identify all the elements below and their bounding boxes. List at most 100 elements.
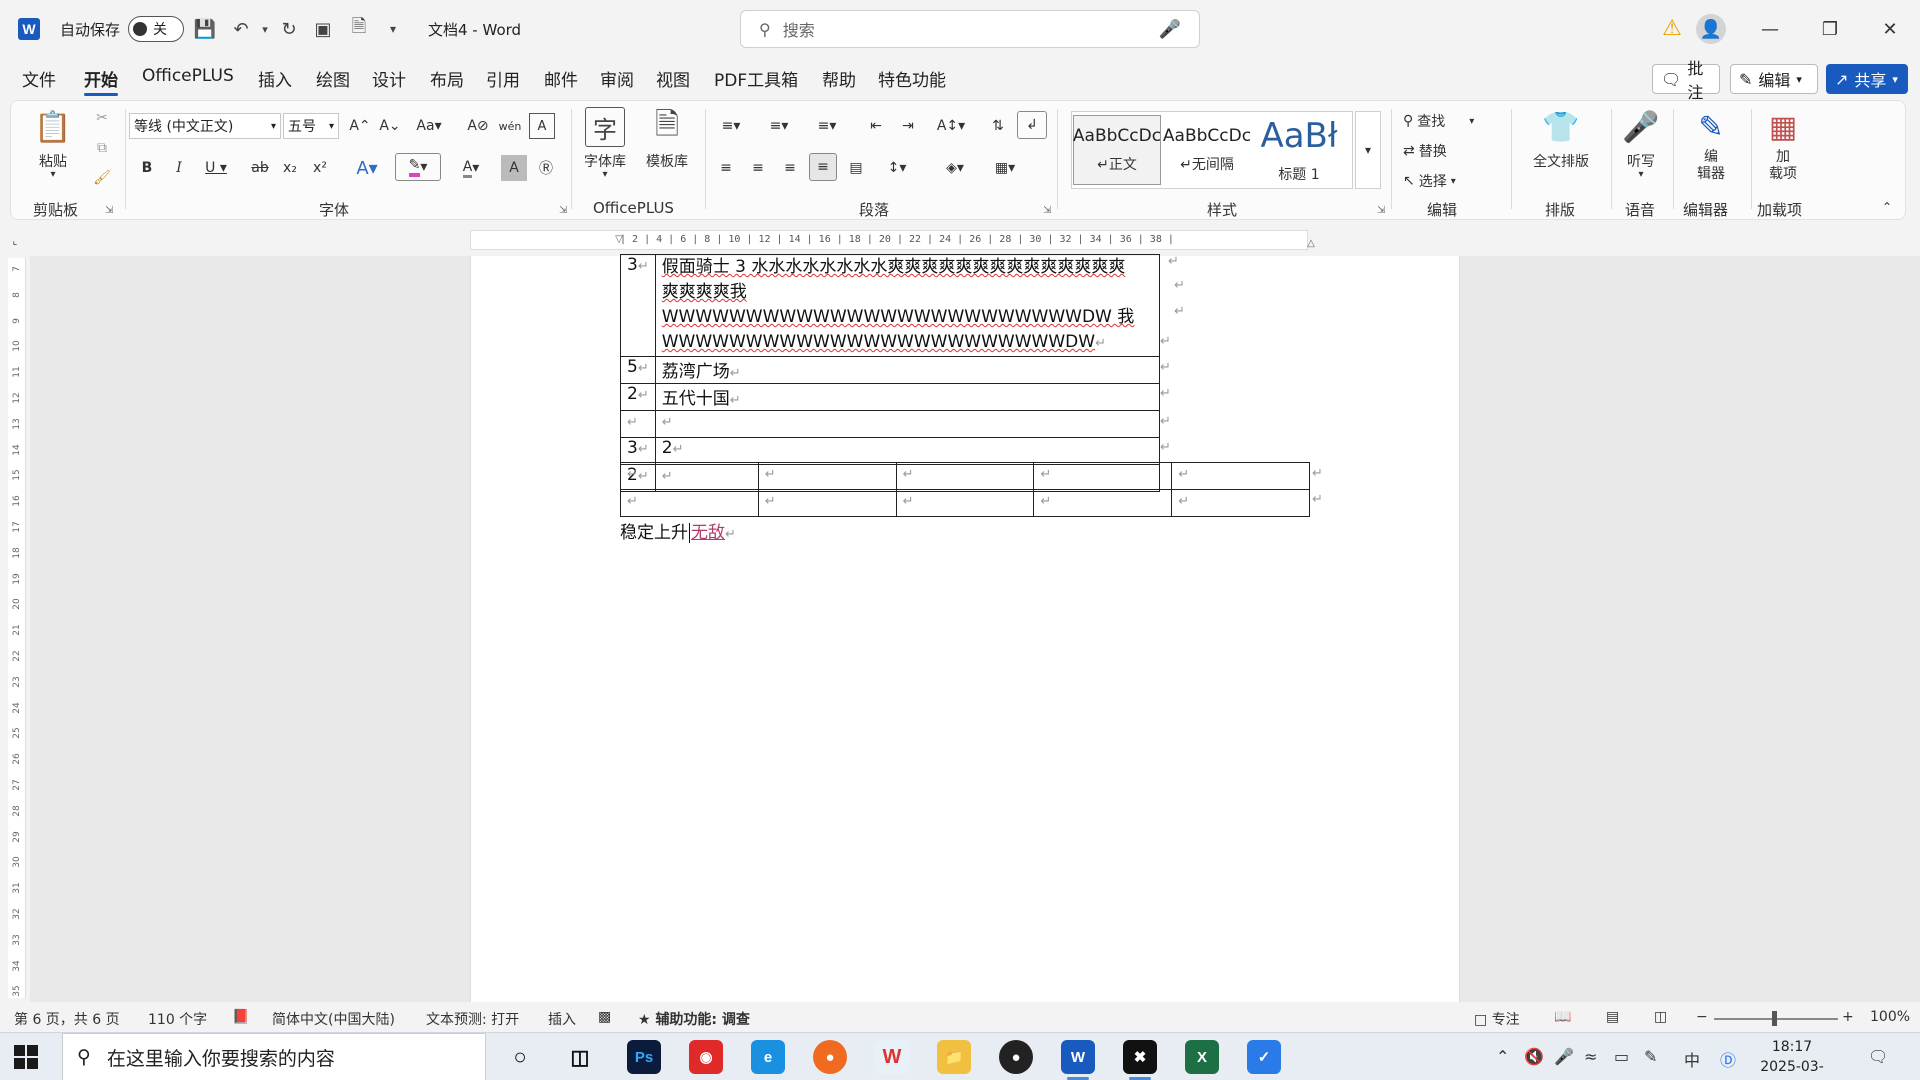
tab-layout[interactable]: 布局 (430, 66, 464, 92)
select-button[interactable]: ↖ 选择 ▾ (1403, 169, 1495, 193)
tab-mailings[interactable]: 邮件 (544, 66, 578, 92)
table-cell[interactable]: 2↵ (654, 437, 1161, 465)
change-case-icon[interactable]: Aa▾ (409, 113, 449, 139)
numbering-icon[interactable]: ≡▾ (759, 113, 799, 139)
paste-button-label[interactable]: 粘贴 (33, 151, 73, 171)
template-library-label[interactable]: 模板库 (643, 151, 691, 171)
full-layout-icon[interactable]: 👕 (1541, 107, 1581, 147)
enclose-characters-icon[interactable]: Ⓡ (533, 155, 559, 181)
character-border-icon[interactable]: A (529, 113, 555, 139)
table-cell[interactable]: 5↵ (620, 356, 656, 384)
shading-icon[interactable]: ◈▾ (935, 155, 975, 181)
line-spacing-icon[interactable]: ↕▾ (877, 155, 917, 181)
table-cell[interactable]: 3↵ (620, 254, 656, 357)
editor-label[interactable]: 编 辑器 (1687, 149, 1735, 183)
show-hidden-icons-icon[interactable]: ⌃ (1496, 1047, 1509, 1066)
table-cell[interactable]: ↵ (1033, 489, 1173, 517)
windows-start-icon[interactable] (14, 1045, 38, 1069)
chinese-layout-icon[interactable]: A↕▾ (931, 113, 971, 139)
tab-references[interactable]: 引用 (486, 66, 520, 92)
cut-icon[interactable]: ✂ (91, 107, 113, 129)
paste-icon[interactable]: 📋 (33, 107, 73, 147)
table-cell[interactable]: ↵ (895, 489, 1035, 517)
align-left-icon[interactable]: ≡ (713, 155, 739, 181)
format-painter-icon[interactable]: 🖌 (91, 167, 113, 189)
grow-font-icon[interactable]: A⌃ (347, 113, 373, 139)
autosave-toggle[interactable]: 关 (128, 16, 184, 42)
focus-mode-button[interactable]: □ 专注 (1474, 1009, 1520, 1029)
vertical-ruler[interactable]: 7 8 9 10 11 12 13 14 15 16 17 18 19 20 21 22 23 24 25 26 27 2… (8, 258, 26, 998)
zoom-level[interactable]: 100% (1870, 1009, 1910, 1025)
borders-icon[interactable]: ▦▾ (985, 155, 1025, 181)
table-cell[interactable]: 3↵ (620, 437, 656, 465)
cortana-icon[interactable]: ○ (503, 1040, 537, 1074)
table-cell[interactable]: ↵ (1171, 489, 1310, 517)
right-indent-marker-icon[interactable]: △ (1304, 236, 1318, 250)
shrink-font-icon[interactable]: A⌄ (377, 113, 403, 139)
photoshop-icon[interactable]: Ps (627, 1040, 661, 1074)
volume-muted-icon[interactable]: 🔇 (1524, 1047, 1544, 1066)
excel-app-icon[interactable]: X (1185, 1040, 1219, 1074)
template-library-icon[interactable]: 🗎 (647, 107, 687, 147)
show-paragraph-marks-icon[interactable]: ↲ (1017, 111, 1047, 139)
subscript-icon[interactable]: x₂ (277, 155, 303, 181)
warning-icon[interactable]: ⚠ (1660, 16, 1684, 41)
table-cell[interactable]: 五代十国↵ (654, 383, 1161, 411)
tab-help[interactable]: 帮助 (822, 66, 856, 92)
table-cell[interactable]: ↵ (1033, 462, 1173, 490)
customize-toolbar-icon[interactable]: ▾ (380, 16, 406, 42)
clear-formatting-icon[interactable]: A⊘ (465, 113, 491, 139)
share-button[interactable]: ↗ 共享 ▾ (1826, 64, 1908, 94)
tab-special-features[interactable]: 特色功能 (878, 66, 946, 92)
decrease-indent-icon[interactable]: ⇤ (863, 113, 889, 139)
zoom-in-icon[interactable]: + (1842, 1009, 1854, 1025)
page-count[interactable]: 第 6 页，共 6 页 (14, 1009, 120, 1029)
redo-icon[interactable]: ↻ (276, 16, 302, 42)
align-right-icon[interactable]: ≡ (777, 155, 803, 181)
align-center-icon[interactable]: ≡ (745, 155, 771, 181)
multilevel-list-icon[interactable]: ≡▾ (807, 113, 847, 139)
table-cell[interactable]: ↵ (620, 410, 656, 438)
chevron-down-icon[interactable]: ▾ (1629, 169, 1653, 180)
font-size-select[interactable]: 五号 ▾ (283, 113, 339, 139)
language-status[interactable]: 简体中文(中国大陆) (272, 1009, 395, 1029)
table-cell[interactable]: 2↵ (620, 383, 656, 411)
netease-music-icon[interactable]: ◉ (689, 1040, 723, 1074)
microphone-icon[interactable]: 🎤 (1159, 19, 1181, 40)
chevron-down-icon[interactable]: ▾ (593, 169, 617, 180)
edit-mode-button[interactable]: ✎ 编辑 ▾ (1730, 64, 1818, 94)
font-color-icon[interactable]: A ▾ (451, 155, 491, 181)
accessibility-status[interactable]: ★ 辅助功能: 调查 (638, 1009, 750, 1029)
collapse-ribbon-icon[interactable]: ⌃ (1877, 197, 1897, 217)
text-effects-icon[interactable]: A▾ (347, 155, 387, 181)
table-cell[interactable]: ↵ (757, 489, 897, 517)
wps-office-icon[interactable]: W (875, 1040, 909, 1074)
distributed-icon[interactable]: ▤ (843, 155, 869, 181)
increase-indent-icon[interactable]: ⇥ (895, 113, 921, 139)
security-shield-icon[interactable]: ✓ (1247, 1040, 1281, 1074)
tab-home[interactable]: 开始 (84, 66, 118, 96)
restore-icon[interactable]: ❐ (1810, 14, 1850, 44)
font-library-icon[interactable]: 字 (585, 107, 625, 147)
file-explorer-icon[interactable]: 📁 (937, 1040, 971, 1074)
present-icon[interactable]: ▣ (310, 16, 336, 42)
new-document-icon[interactable]: 🗎 (346, 16, 372, 42)
table-cell[interactable]: ↵ (1171, 462, 1310, 490)
pen-icon[interactable]: ✎ (1644, 1047, 1657, 1066)
clipboard-launcher-icon[interactable]: ⇲ (105, 205, 113, 216)
underline-icon[interactable]: U ▾ (197, 155, 235, 181)
superscript-icon[interactable]: x² (307, 155, 333, 181)
macro-record-icon[interactable]: ▩ (598, 1009, 611, 1025)
style-no-spacing[interactable]: AaBbCcDc ↵无间隔 (1163, 115, 1251, 185)
body-paragraph[interactable]: 稳定上升 无敌↵ (620, 518, 736, 543)
styles-launcher-icon[interactable]: ⇲ (1377, 205, 1385, 216)
save-icon[interactable]: 💾 (192, 16, 218, 42)
edge-browser-icon[interactable]: e (751, 1040, 785, 1074)
table-cell[interactable]: 假面骑士 3 水水水水水水水水爽爽爽爽爽爽爽爽爽爽爽爽爽爽 爽爽爽爽我 WWWWW… (654, 254, 1161, 357)
system-clock[interactable]: 18:17 2025-03-17 (1752, 1037, 1832, 1080)
user-avatar[interactable]: 👤 (1696, 14, 1726, 44)
battery-icon[interactable]: ▭ (1614, 1047, 1629, 1066)
font-library-label[interactable]: 字体库 (581, 151, 629, 171)
copy-icon[interactable]: ⧉ (91, 137, 113, 159)
justify-icon[interactable]: ≡ (809, 153, 837, 181)
